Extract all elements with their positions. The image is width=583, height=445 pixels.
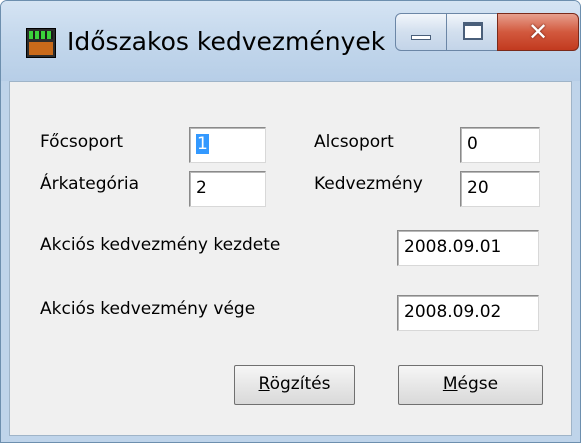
cancel-button[interactable]: Mégse — [398, 365, 543, 405]
akcio-kezdete-field[interactable]: 2008.09.01 — [397, 230, 539, 266]
maximize-icon — [463, 22, 483, 40]
close-icon: ✕ — [527, 18, 549, 46]
dialog-window: Időszakos kedvezmények ✕ Főcsoport 1 Alc… — [0, 0, 581, 443]
app-icon-top — [29, 31, 53, 39]
app-icon[interactable] — [26, 28, 56, 58]
kedvezmeny-field[interactable]: 20 — [460, 171, 540, 207]
cancel-accel-letter: M — [442, 374, 458, 394]
maximize-button[interactable] — [446, 13, 498, 51]
focsoport-field[interactable]: 1 — [189, 127, 266, 163]
close-button[interactable]: ✕ — [497, 13, 579, 51]
cancel-label-rest: égse — [457, 374, 499, 394]
arkategoria-label: Árkategória — [40, 174, 140, 194]
save-button[interactable]: Rögzítés — [234, 365, 355, 405]
app-icon-bottom — [29, 42, 53, 55]
dialog-content: Főcsoport 1 Alcsoport 0 Árkategória 2 Ke… — [9, 81, 572, 436]
kedvezmeny-label: Kedvezmény — [314, 174, 423, 194]
akcio-vege-field[interactable]: 2008.09.02 — [397, 295, 539, 331]
akcio-vege-label: Akciós kedvezmény vége — [40, 299, 256, 319]
title-bar[interactable]: Időszakos kedvezmények ✕ — [1, 1, 580, 81]
alcsoport-field[interactable]: 0 — [460, 127, 540, 163]
save-accel-letter: R — [258, 374, 270, 394]
alcsoport-label: Alcsoport — [314, 132, 394, 152]
focsoport-value: 1 — [196, 134, 209, 154]
arkategoria-field[interactable]: 2 — [189, 171, 266, 207]
minimize-icon — [411, 35, 431, 40]
minimize-button[interactable] — [395, 13, 447, 51]
akcio-kezdete-label: Akciós kedvezmény kezdete — [40, 235, 281, 255]
window-title: Időszakos kedvezmények — [67, 27, 386, 56]
focsoport-label: Főcsoport — [40, 132, 124, 152]
save-label-rest: ögzítés — [269, 374, 331, 394]
